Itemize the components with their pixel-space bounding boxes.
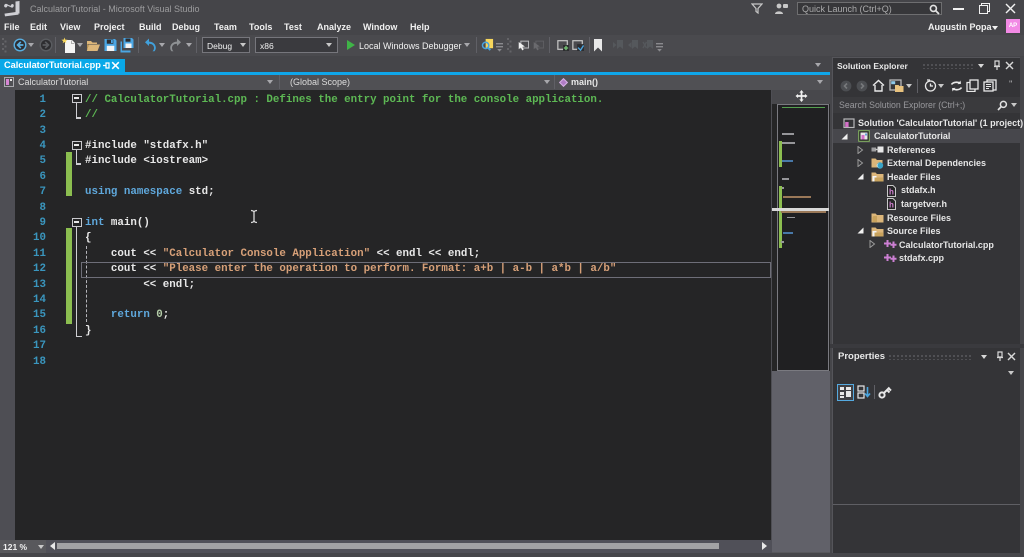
svg-text:h: h: [889, 201, 894, 210]
svg-text:h: h: [889, 187, 894, 196]
